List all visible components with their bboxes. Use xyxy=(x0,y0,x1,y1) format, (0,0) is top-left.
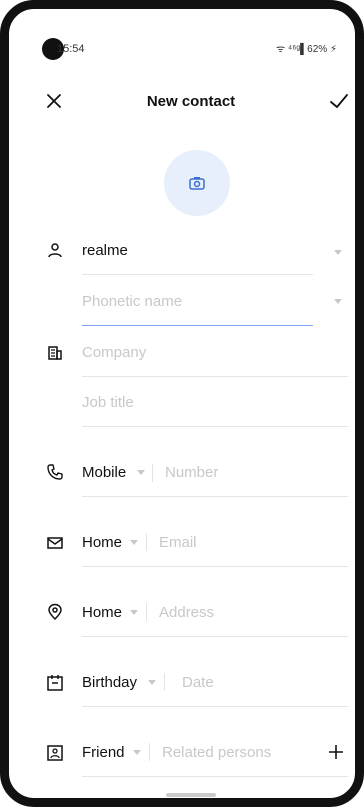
event-divider xyxy=(164,673,165,691)
home-indicator[interactable] xyxy=(166,793,216,797)
calendar-icon xyxy=(46,674,64,692)
phone-type-chevron-icon[interactable] xyxy=(137,470,145,475)
phone-icon xyxy=(46,463,64,481)
event-type-select[interactable]: Birthday xyxy=(82,674,137,691)
email-divider xyxy=(146,533,147,551)
add-photo-button[interactable] xyxy=(164,150,230,216)
building-icon xyxy=(46,344,64,362)
date-input[interactable]: Date xyxy=(182,674,214,691)
check-icon xyxy=(330,94,348,108)
camera-icon xyxy=(189,177,205,190)
event-underline xyxy=(82,706,348,707)
add-related-button[interactable] xyxy=(324,740,348,764)
person-icon xyxy=(46,241,64,259)
plus-icon xyxy=(329,745,343,759)
name-expand-chevron-icon[interactable] xyxy=(334,250,342,255)
address-type-chevron-icon[interactable] xyxy=(130,610,138,615)
save-button[interactable] xyxy=(327,89,351,113)
email-type-select[interactable]: Home xyxy=(82,534,122,551)
location-pin-icon xyxy=(46,603,64,621)
phone-number-input[interactable]: Number xyxy=(165,464,218,481)
phonetic-expand-chevron-icon[interactable] xyxy=(334,299,342,304)
related-person-icon xyxy=(46,744,64,762)
address-input[interactable]: Address xyxy=(159,604,214,621)
phone-type-select[interactable]: Mobile xyxy=(82,464,126,481)
email-underline xyxy=(82,566,348,567)
page-title: New contact xyxy=(146,93,236,110)
phone-frame: 15:54 ᯤ ⁴⁶ᵍ▌62% ⚡ New contact realme Pho… xyxy=(0,0,364,807)
name-underline xyxy=(82,274,313,275)
job-title-input[interactable]: Job title xyxy=(82,394,134,411)
relation-type-chevron-icon[interactable] xyxy=(133,750,141,755)
phone-divider xyxy=(152,464,153,482)
job-underline xyxy=(82,426,348,427)
event-type-chevron-icon[interactable] xyxy=(148,680,156,685)
email-input[interactable]: Email xyxy=(159,534,197,551)
email-type-chevron-icon[interactable] xyxy=(130,540,138,545)
mail-icon xyxy=(46,534,64,552)
related-underline xyxy=(82,776,348,777)
phonetic-name-input[interactable]: Phonetic name xyxy=(82,293,182,310)
status-indicators: ᯤ ⁴⁶ᵍ▌62% ⚡ xyxy=(276,44,337,55)
status-time: 15:54 xyxy=(57,43,85,55)
address-divider xyxy=(146,603,147,621)
address-type-select[interactable]: Home xyxy=(82,604,122,621)
name-field[interactable]: realme xyxy=(82,242,128,259)
related-persons-input[interactable]: Related persons xyxy=(162,744,271,761)
company-input[interactable]: Company xyxy=(82,344,146,361)
phonetic-underline xyxy=(82,325,313,326)
relation-type-select[interactable]: Friend xyxy=(82,744,125,761)
company-underline xyxy=(82,376,348,377)
related-divider xyxy=(149,743,150,761)
address-underline xyxy=(82,636,348,637)
phone-underline xyxy=(82,496,348,497)
